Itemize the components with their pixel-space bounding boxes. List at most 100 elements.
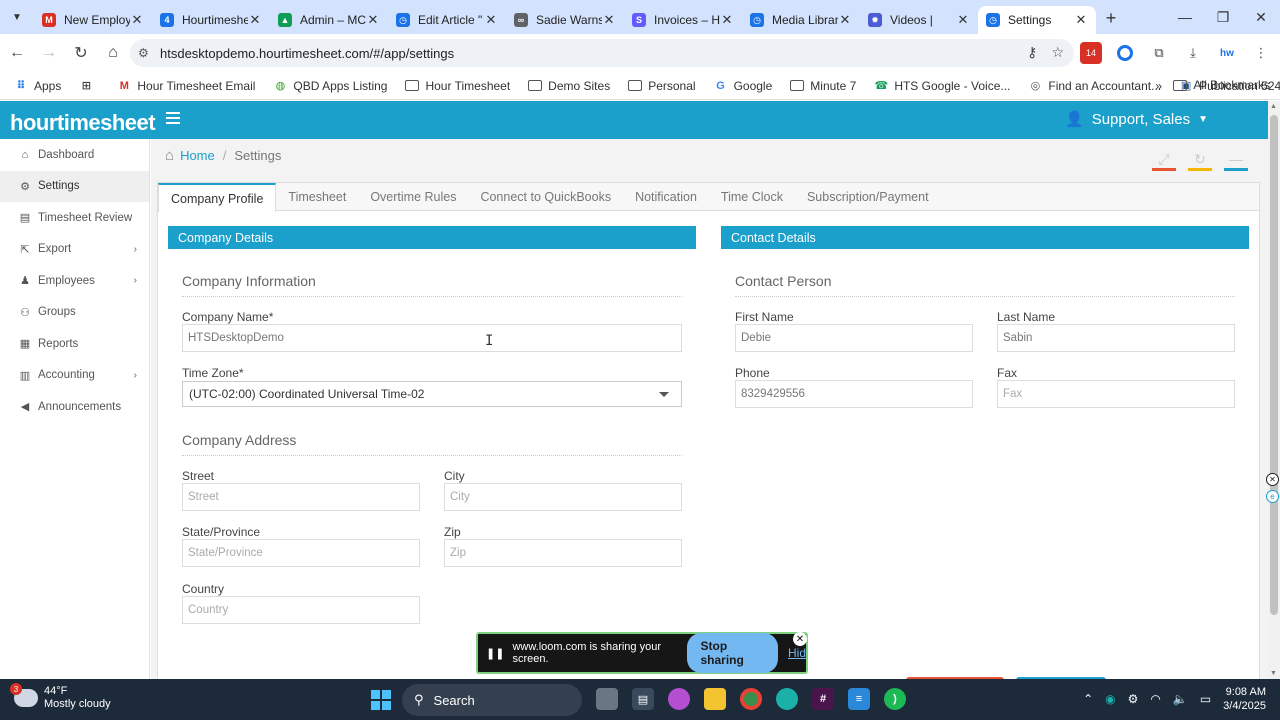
browser-tab[interactable]: ✹ Videos | ✕: [860, 6, 978, 34]
taskbar-search[interactable]: ⚲ Search: [402, 684, 582, 716]
page-scrollbar[interactable]: ▲ ▼: [1268, 101, 1280, 679]
wifi-icon[interactable]: ◠: [1150, 692, 1160, 706]
chrome-menu-icon[interactable]: ⋮: [1250, 42, 1272, 64]
sidebar-item-groups[interactable]: ⚇ Groups: [0, 297, 149, 329]
bookmark-star-icon[interactable]: ☆: [1051, 44, 1064, 61]
sidebar-item-export[interactable]: ⇱ Export ›: [0, 234, 149, 266]
tab-subscription-payment[interactable]: Subscription/Payment: [795, 183, 941, 211]
sidebar-item-accounting[interactable]: ▥ Accounting ›: [0, 360, 149, 392]
close-tab-icon[interactable]: ✕: [838, 12, 852, 28]
notepad-icon[interactable]: ≡: [848, 688, 870, 710]
last-name-input[interactable]: [997, 324, 1235, 352]
browser-tab[interactable]: ◷ Media Library ✕: [742, 6, 860, 34]
browser-tab[interactable]: S Invoices – H ✕: [624, 6, 742, 34]
back-icon[interactable]: ←: [2, 38, 32, 68]
hamburger-menu-icon[interactable]: [166, 112, 180, 127]
bookmark-item[interactable]: ◎ Find an Accountant...: [1028, 79, 1162, 93]
sidebar-item-employees[interactable]: ♟ Employees ›: [0, 265, 149, 297]
close-tab-icon[interactable]: ✕: [484, 12, 498, 28]
slack-icon[interactable]: #: [812, 688, 834, 710]
url-text[interactable]: htsdesktopdemo.hourtimesheet.com/#/app/s…: [160, 46, 454, 61]
tab-overtime-rules[interactable]: Overtime Rules: [358, 183, 468, 211]
home-button-icon[interactable]: ⌂: [98, 38, 128, 68]
settings-tray-icon[interactable]: ⚙: [1128, 692, 1139, 706]
fullscreen-icon[interactable]: ⤢: [1152, 151, 1176, 171]
puzzle-extensions-icon[interactable]: ⧉: [1148, 42, 1170, 64]
profile-avatar-icon[interactable]: hw: [1216, 42, 1238, 64]
time-zone-select[interactable]: (UTC-02:00) Coordinated Universal Time-0…: [182, 381, 682, 407]
volume-icon[interactable]: 🔈: [1173, 692, 1188, 706]
bookmark-item[interactable]: ◍ QBD Apps Listing: [273, 79, 388, 93]
browser-tab[interactable]: M New Employ ✕: [34, 6, 152, 34]
close-tab-icon[interactable]: ✕: [720, 12, 734, 28]
user-menu[interactable]: 👤 Support, Sales ▼: [1065, 110, 1208, 129]
bookmark-item[interactable]: ☎ HTS Google - Voice...: [874, 79, 1010, 93]
close-tab-icon[interactable]: ✕: [1074, 12, 1088, 28]
edge-tray-icon[interactable]: ◉: [1105, 692, 1115, 706]
bookmark-item[interactable]: G Google: [714, 79, 772, 93]
browser-tab[interactable]: ◷ Edit Article " ✕: [388, 6, 506, 34]
pause-icon[interactable]: ❚❚: [486, 647, 504, 660]
sidebar-item-announcements[interactable]: ◀ Announcements: [0, 391, 149, 423]
windows-start-icon[interactable]: [371, 690, 391, 710]
weather-widget[interactable]: 3 44°F Mostly cloudy: [10, 683, 111, 711]
loom-icon[interactable]: e: [1266, 490, 1279, 503]
company-name-input[interactable]: [182, 324, 682, 352]
tab-company-profile[interactable]: Company Profile: [158, 183, 277, 212]
close-tab-icon[interactable]: ✕: [366, 12, 380, 28]
close-tab-icon[interactable]: ✕: [248, 12, 262, 28]
maximize-icon[interactable]: ❐: [1204, 0, 1242, 34]
task-view-icon[interactable]: [596, 688, 618, 710]
close-circle-icon[interactable]: ✕: [1266, 473, 1279, 486]
browser-tab[interactable]: ∞ Sadie Warns ✕: [506, 6, 624, 34]
loom-close-icon[interactable]: ✕: [793, 632, 807, 646]
bookmark-item[interactable]: Hour Timesheet: [405, 79, 510, 93]
battery-icon[interactable]: ▭: [1200, 692, 1211, 706]
refresh-icon[interactable]: ↻: [1188, 151, 1212, 171]
calendar-extension-icon[interactable]: 14: [1080, 42, 1102, 64]
fax-input[interactable]: [997, 380, 1235, 408]
forward-icon[interactable]: →: [34, 38, 64, 68]
password-key-icon[interactable]: ⚷: [1027, 44, 1037, 61]
address-bar[interactable]: ⚙ htsdesktopdemo.hourtimesheet.com/#/app…: [130, 39, 1074, 67]
reload-icon[interactable]: ↻: [66, 38, 96, 68]
file-explorer-icon[interactable]: [704, 688, 726, 710]
tab-time-clock[interactable]: Time Clock: [709, 183, 795, 211]
tab-timesheet[interactable]: Timesheet: [276, 183, 358, 211]
bookmark-item[interactable]: ⊞: [79, 79, 99, 93]
browser-tab[interactable]: ◷ Settings ✕: [978, 6, 1096, 34]
bookmark-item[interactable]: Personal: [628, 79, 696, 93]
close-tab-icon[interactable]: ✕: [130, 12, 144, 28]
minimize-icon[interactable]: —: [1166, 0, 1204, 34]
zip-input[interactable]: [444, 539, 682, 567]
collapse-icon[interactable]: —: [1224, 151, 1248, 171]
copilot-icon[interactable]: [668, 688, 690, 710]
sidebar-item-settings[interactable]: ⚙ Settings: [0, 170, 149, 202]
close-tab-icon[interactable]: ✕: [602, 12, 616, 28]
hourtimesheet-logo[interactable]: hourtimesheet: [10, 110, 156, 136]
sidebar-item-timesheet-review[interactable]: ▤ Timesheet Review: [0, 202, 149, 234]
all-bookmarks[interactable]: All Bookmarks: [1173, 78, 1270, 92]
phone-input[interactable]: [735, 380, 973, 408]
city-input[interactable]: [444, 483, 682, 511]
sidebar-item-reports[interactable]: ▦ Reports: [0, 328, 149, 360]
hide-link[interactable]: Hid: [788, 646, 806, 660]
browser-tab[interactable]: ▲ Admin – MC ✕: [270, 6, 388, 34]
close-window-icon[interactable]: ✕: [1242, 0, 1280, 34]
bookmarks-overflow-icon[interactable]: »: [1155, 79, 1162, 93]
scroll-down-icon[interactable]: ▼: [1270, 670, 1277, 677]
breadcrumb-home[interactable]: Home: [180, 148, 215, 163]
state-input[interactable]: [182, 539, 420, 567]
first-name-input[interactable]: [735, 324, 973, 352]
bookmark-item[interactable]: ⠿ Apps: [14, 79, 62, 93]
new-tab-button[interactable]: +: [1096, 8, 1126, 29]
extension-circle-icon[interactable]: [1114, 42, 1136, 64]
stop-sharing-button[interactable]: Stop sharing: [687, 633, 778, 673]
show-hidden-icons-icon[interactable]: ⌃: [1083, 692, 1093, 706]
edge-icon[interactable]: [776, 688, 798, 710]
tab-connect-to-quickbooks[interactable]: Connect to QuickBooks: [468, 183, 623, 211]
app-icon[interactable]: ▤: [632, 688, 654, 710]
bookmark-item[interactable]: Minute 7: [790, 79, 856, 93]
close-tab-icon[interactable]: ✕: [956, 12, 970, 28]
bookmark-item[interactable]: Demo Sites: [528, 79, 610, 93]
